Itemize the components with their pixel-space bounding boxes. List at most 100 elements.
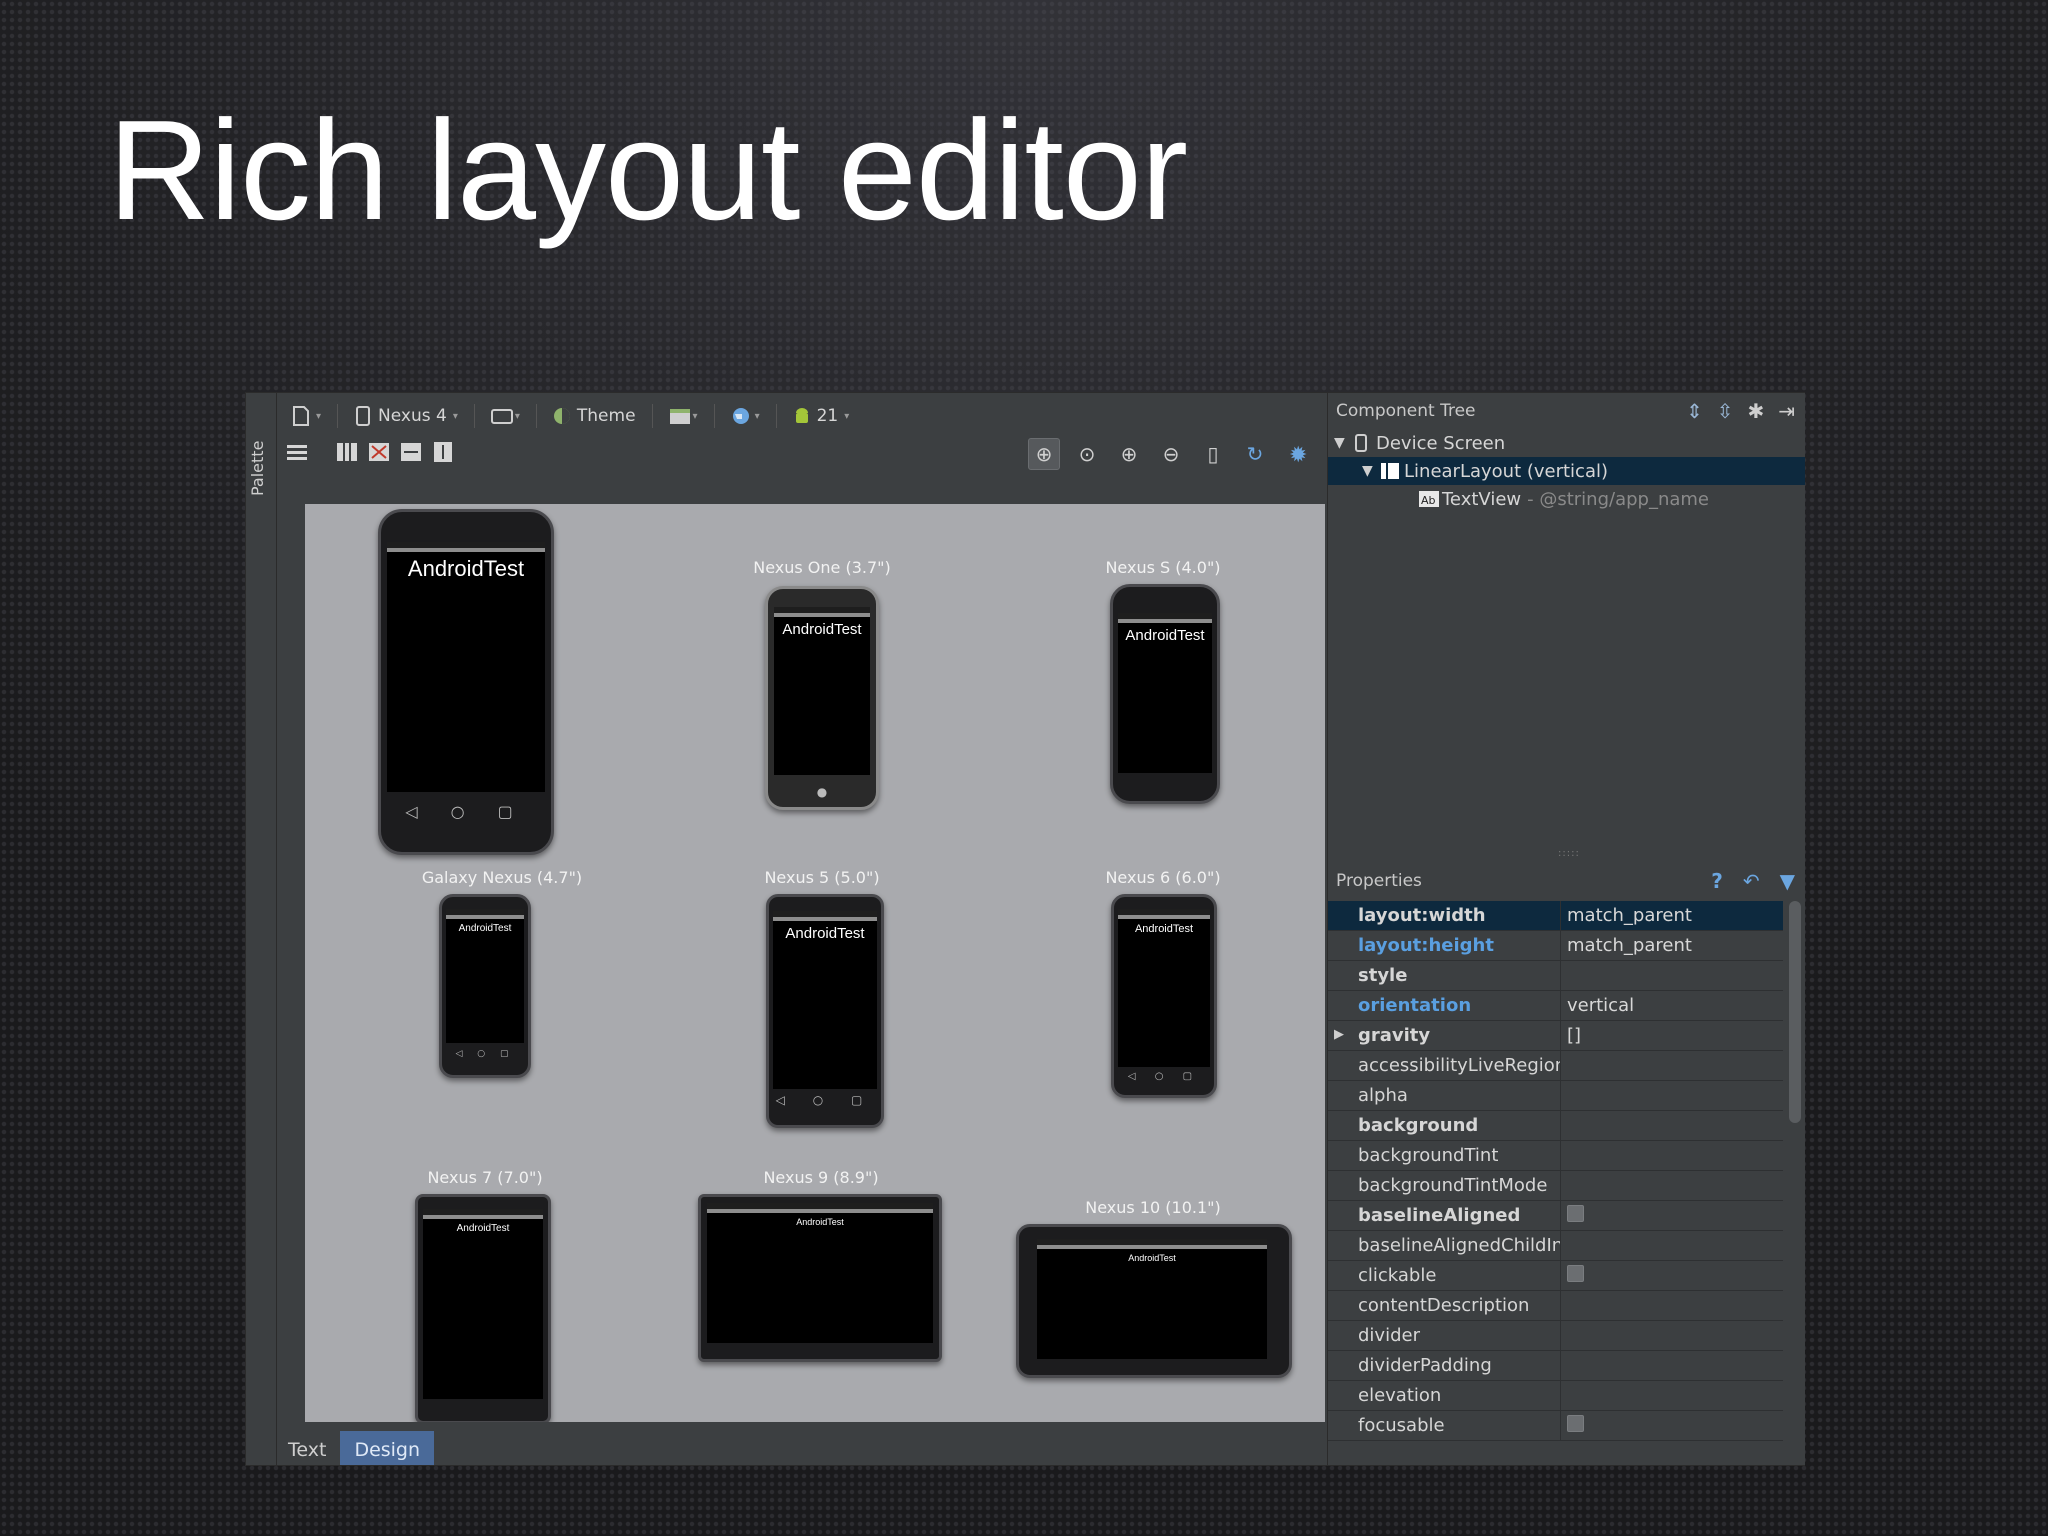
- property-row[interactable]: elevation: [1328, 1381, 1783, 1411]
- hide-panel-icon[interactable]: ⇥: [1778, 399, 1795, 423]
- properties-scrollbar[interactable]: [1789, 901, 1801, 1123]
- property-row[interactable]: orientation vertical: [1328, 991, 1783, 1021]
- pane-splitter[interactable]: :::::: [1558, 848, 1580, 859]
- chevron-down-icon: ▾: [754, 410, 760, 422]
- property-row[interactable]: backgroundTint: [1328, 1141, 1783, 1171]
- property-row[interactable]: divider: [1328, 1321, 1783, 1351]
- layout-actions-toolbar: [286, 437, 454, 471]
- activity-selector[interactable]: ▾: [663, 401, 704, 431]
- device-label: Galaxy Nexus (4.7"): [421, 868, 583, 887]
- theme-icon: [553, 406, 571, 426]
- expand-arrow-icon[interactable]: ▶: [1334, 1027, 1344, 1042]
- app-title: AndroidTest: [1125, 627, 1205, 644]
- tree-node-device-screen[interactable]: ▼ Device Screen: [1328, 429, 1805, 457]
- activity-icon: [669, 406, 690, 426]
- property-row[interactable]: backgroundTintMode: [1328, 1171, 1783, 1201]
- device-preview-nexus-6[interactable]: AndroidTest ◁ ○ ▢: [1111, 894, 1217, 1098]
- app-title: AndroidTest: [1134, 923, 1194, 935]
- refresh-button[interactable]: ↻: [1240, 439, 1270, 469]
- app-title: AndroidTest: [1128, 1253, 1176, 1263]
- checkbox[interactable]: [1567, 1414, 1584, 1432]
- property-value[interactable]: vertical: [1561, 995, 1634, 1016]
- undo-icon[interactable]: ↶: [1743, 869, 1760, 893]
- device-preview-nexus-s[interactable]: AndroidTest: [1110, 584, 1220, 804]
- checkbox[interactable]: [1567, 1204, 1584, 1222]
- settings-button[interactable]: ✹: [1289, 443, 1307, 468]
- nav-buttons: ◁ ○ ▢: [1127, 1071, 1201, 1082]
- theme-selector[interactable]: Theme: [547, 401, 642, 431]
- globe-icon: [731, 406, 749, 426]
- property-row[interactable]: layout:width match_parent: [1328, 901, 1783, 931]
- screenshot-button[interactable]: ▯: [1198, 439, 1228, 469]
- api-level-selector[interactable]: 21 ▾: [787, 401, 856, 431]
- app-title: AndroidTest: [456, 1223, 510, 1234]
- property-value[interactable]: match_parent: [1561, 905, 1692, 926]
- filter-icon[interactable]: ▼: [1780, 869, 1795, 893]
- collapse-all-icon[interactable]: ⇳: [1717, 399, 1734, 423]
- device-preview-nexus-9[interactable]: AndroidTest: [698, 1194, 942, 1362]
- expand-all-icon[interactable]: ⇕: [1686, 399, 1703, 423]
- device-preview-nexus-4[interactable]: AndroidTest ◁ ○ ▢: [378, 509, 554, 855]
- device-screen: AndroidTest: [773, 911, 877, 1089]
- device-preview-nexus-one[interactable]: AndroidTest ●: [765, 586, 879, 810]
- device-screen: AndroidTest: [446, 909, 524, 1043]
- zoom-in-button[interactable]: ⊕: [1114, 439, 1144, 469]
- checkbox[interactable]: [1567, 1264, 1584, 1282]
- gear-icon[interactable]: ✱: [1747, 399, 1764, 423]
- property-row[interactable]: contentDescription: [1328, 1291, 1783, 1321]
- property-row[interactable]: focusable: [1328, 1411, 1783, 1441]
- property-row[interactable]: ▶ gravity []: [1328, 1021, 1783, 1051]
- property-value[interactable]: match_parent: [1561, 935, 1692, 956]
- grid-icon[interactable]: [368, 441, 390, 467]
- zoom-fit-icon: ⊕: [1035, 442, 1053, 466]
- columns-icon[interactable]: [336, 441, 358, 467]
- new-layout-button[interactable]: ▾: [286, 401, 327, 431]
- device-label: Nexus 9 (8.9"): [763, 1168, 879, 1187]
- device-selector[interactable]: Nexus 4 ▾: [348, 401, 464, 431]
- property-row[interactable]: clickable: [1328, 1261, 1783, 1291]
- device-label: Nexus One (3.7"): [753, 558, 891, 577]
- property-row[interactable]: style: [1328, 961, 1783, 991]
- property-row[interactable]: baselineAligned: [1328, 1201, 1783, 1231]
- property-row[interactable]: baselineAlignedChildIndex: [1328, 1231, 1783, 1261]
- android-studio-window: Palette ▾ Nexus 4 ▾ ▾ Theme ▾ ▾ 21 ▾ ⊕ ⊙…: [245, 392, 1805, 1466]
- tree-node-textview[interactable]: Ab TextView - @string/app_name: [1328, 485, 1805, 513]
- tab-text[interactable]: Text: [274, 1431, 340, 1465]
- help-icon[interactable]: ?: [1711, 869, 1723, 893]
- palette-strip[interactable]: Palette: [246, 393, 277, 1465]
- locale-selector[interactable]: ▾: [725, 401, 766, 431]
- property-name: layout:width: [1328, 901, 1561, 930]
- zoom-to-fit-button[interactable]: ⊕: [1028, 438, 1060, 470]
- property-value[interactable]: [1561, 1264, 1584, 1287]
- property-row[interactable]: alpha: [1328, 1081, 1783, 1111]
- collapse-arrow-icon[interactable]: ▼: [1334, 435, 1352, 451]
- property-row[interactable]: accessibilityLiveRegion: [1328, 1051, 1783, 1081]
- list-view-icon[interactable]: [286, 441, 308, 467]
- fill-width-icon[interactable]: [400, 441, 422, 467]
- orientation-selector[interactable]: ▾: [485, 401, 526, 431]
- theme-selector-label: Theme: [576, 406, 636, 426]
- property-row[interactable]: background: [1328, 1111, 1783, 1141]
- device-preview-nexus-5[interactable]: AndroidTest ◁ ○ ▢: [766, 894, 884, 1128]
- device-preview-nexus-7[interactable]: AndroidTest: [415, 1194, 551, 1422]
- zoom-out-button[interactable]: ⊖: [1156, 439, 1186, 469]
- properties-title: Properties: [1336, 871, 1422, 891]
- design-canvas[interactable]: AndroidTest ◁ ○ ▢ Nexus One (3.7") Andro…: [305, 504, 1325, 1422]
- tab-design[interactable]: Design: [340, 1431, 435, 1465]
- property-value[interactable]: []: [1561, 1025, 1581, 1046]
- property-value[interactable]: [1561, 1204, 1584, 1227]
- property-name: clickable: [1328, 1261, 1561, 1290]
- collapse-arrow-icon[interactable]: ▼: [1362, 463, 1380, 479]
- device-preview-galaxy-nexus[interactable]: AndroidTest ◁ ○ ▢: [439, 894, 531, 1078]
- tree-node-linearlayout[interactable]: ▼ LinearLayout (vertical): [1328, 457, 1805, 485]
- fill-height-icon[interactable]: [432, 441, 454, 467]
- property-row[interactable]: dividerPadding: [1328, 1351, 1783, 1381]
- property-row[interactable]: layout:height match_parent: [1328, 931, 1783, 961]
- chevron-down-icon: ▾: [316, 410, 322, 422]
- app-title: AndroidTest: [796, 1217, 844, 1227]
- device-label: Nexus 10 (10.1"): [1085, 1198, 1221, 1217]
- palette-label[interactable]: Palette: [248, 413, 274, 523]
- actual-size-button[interactable]: ⊙: [1072, 439, 1102, 469]
- property-value[interactable]: [1561, 1414, 1584, 1437]
- device-preview-nexus-10[interactable]: AndroidTest: [1016, 1224, 1292, 1378]
